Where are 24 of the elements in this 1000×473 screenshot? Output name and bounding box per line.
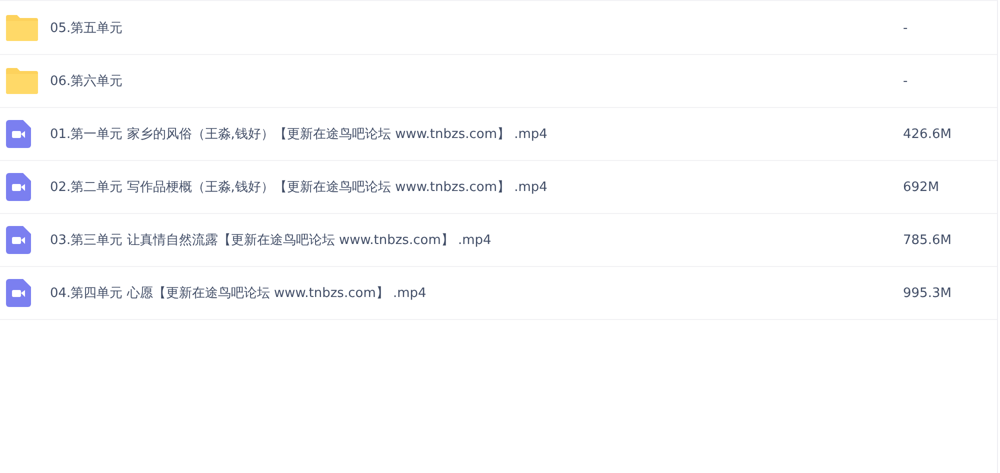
file-size: - [903, 74, 909, 88]
file-size: 426.6M [903, 126, 952, 142]
file-name: 04.第四单元 心愿【更新在途鸟吧论坛 www.tnbzs.com】 .mp4 [50, 285, 428, 302]
file-name: 01.第一单元 家乡的风俗（王淼,钱好）【更新在途鸟吧论坛 www.tnbzs.com】 .mp4 [50, 126, 548, 143]
file-row[interactable]: 05.第五单元 - [0, 2, 997, 55]
file-row[interactable]: 06.第六单元 - [0, 55, 997, 108]
file-row[interactable]: 03.第三单元 让真情自然流露【更新在途鸟吧论坛 www.tnbzs.com】 .mp4 785.6M [0, 214, 997, 267]
file-row[interactable]: 04.第四单元 心愿【更新在途鸟吧论坛 www.tnbzs.com】 .mp4 995.3M [0, 267, 997, 320]
file-row[interactable]: 01.第一单元 家乡的风俗（王淼,钱好）【更新在途鸟吧论坛 www.tnbzs.com】 .mp4 426.6M [0, 108, 997, 161]
file-name: 03.第三单元 让真情自然流露【更新在途鸟吧论坛 www.tnbzs.com】 .mp4 [50, 232, 492, 249]
file-size: 692M [903, 180, 940, 194]
video-file-icon [6, 173, 31, 201]
file-size: 995.3M [903, 286, 952, 300]
file-row[interactable]: 02.第二单元 写作品梗概（王淼,钱好）【更新在途鸟吧论坛 www.tnbzs.com】 .mp4 692M [0, 161, 997, 214]
file-name: 02.第二单元 写作品梗概（王淼,钱好）【更新在途鸟吧论坛 www.tnbzs.com】 .mp4 [50, 179, 548, 196]
video-file-icon [6, 120, 31, 148]
video-file-icon [6, 279, 31, 307]
folder-icon [6, 15, 38, 41]
file-size: 785.6M [903, 232, 952, 248]
file-size: - [903, 20, 909, 36]
folder-icon [6, 68, 38, 94]
file-name: 05.第五单元 [50, 20, 124, 37]
file-name: 06.第六单元 [50, 73, 124, 90]
video-file-icon [6, 226, 31, 254]
